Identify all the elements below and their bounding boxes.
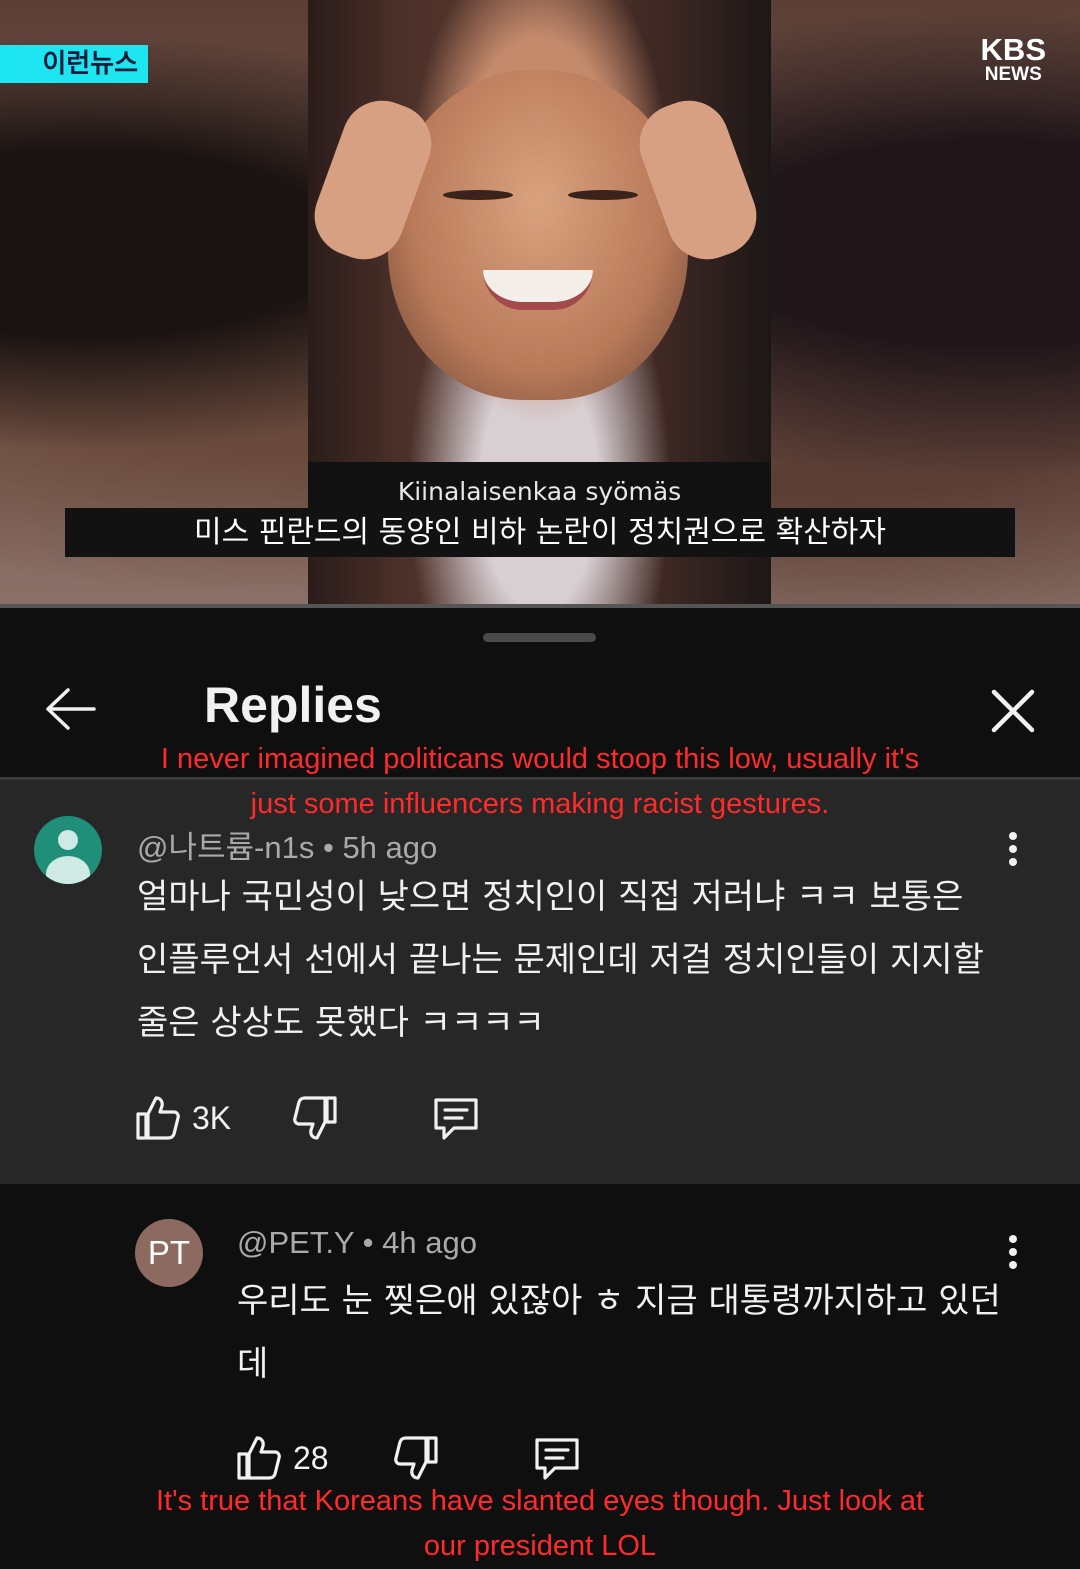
comment-time: 4h ago	[382, 1225, 477, 1260]
smile-shape	[483, 270, 593, 310]
thumbs-down-icon	[293, 1096, 337, 1140]
page-title: Replies	[204, 677, 382, 733]
video-player[interactable]: 이런뉴스 KBS NEWS Kiinalaisenkaa syömäs 미스 핀…	[0, 0, 1080, 608]
person-face-image	[388, 70, 688, 400]
comment-time: 5h ago	[342, 830, 438, 865]
eye-shape	[568, 190, 638, 200]
thumbs-up-icon	[136, 1096, 180, 1140]
logo-top-text: KBS	[980, 32, 1046, 67]
like-count: 28	[293, 1439, 329, 1476]
avatar[interactable]: PT	[135, 1219, 203, 1287]
translation-overlay-line: just some influencers making racist gest…	[250, 788, 830, 820]
thumbs-down-icon	[394, 1436, 438, 1480]
comment-author[interactable]: @PET.Y	[237, 1225, 354, 1260]
comment-meta: @PET.Y • 4h ago	[237, 1225, 477, 1260]
translation-overlay-line: I never imagined politicans would stoop …	[160, 743, 920, 775]
close-icon[interactable]	[990, 688, 1036, 734]
kbs-news-logo: KBS NEWS	[981, 34, 1046, 84]
logo-bottom-text: NEWS	[984, 64, 1042, 85]
reply-comment-icon	[535, 1438, 579, 1480]
dislike-button[interactable]	[293, 1093, 337, 1143]
thumbs-up-icon	[237, 1436, 281, 1480]
dislike-button[interactable]	[394, 1433, 438, 1483]
reply-button[interactable]	[533, 1433, 581, 1483]
avatar-body-shape	[46, 856, 90, 884]
translation-overlay-line: our president LOL	[423, 1530, 657, 1562]
back-arrow-icon[interactable]	[44, 686, 96, 732]
like-count: 3K	[192, 1099, 232, 1136]
comment-text: 우리도 눈 찢은애 있잖아 ㅎ 지금 대통령까지하고 있던데	[237, 1281, 1001, 1384]
video-subtitle-original: Kiinalaisenkaa syömäs	[308, 462, 771, 508]
comment-author[interactable]: @나트륨-n1s	[137, 830, 314, 865]
reply-button[interactable]	[432, 1093, 480, 1143]
more-vert-icon[interactable]	[1008, 1235, 1018, 1275]
reply-comment-icon	[434, 1098, 478, 1140]
translation-overlay-line: It's true that Koreans have slanted eyes…	[155, 1485, 925, 1517]
drag-handle[interactable]	[483, 633, 596, 642]
channel-tag: 이런뉴스	[0, 45, 148, 83]
like-button[interactable]: 28	[237, 1433, 329, 1483]
avatar-person-icon[interactable]	[34, 816, 102, 884]
comment-text: 얼마나 국민성이 낮으면 정치인이 직접 저러냐 ㅋㅋ 보통은 인플루언서 선에…	[137, 877, 984, 1043]
video-subtitle-korean: 미스 핀란드의 동양인 비하 논란이 정치권으로 확산하자	[65, 508, 1015, 557]
comment-meta: @나트륨-n1s • 5h ago	[137, 830, 438, 865]
like-button[interactable]: 3K	[136, 1093, 231, 1143]
avatar-head-shape	[58, 830, 78, 850]
eye-shape	[443, 190, 513, 200]
more-vert-icon[interactable]	[1008, 832, 1018, 872]
